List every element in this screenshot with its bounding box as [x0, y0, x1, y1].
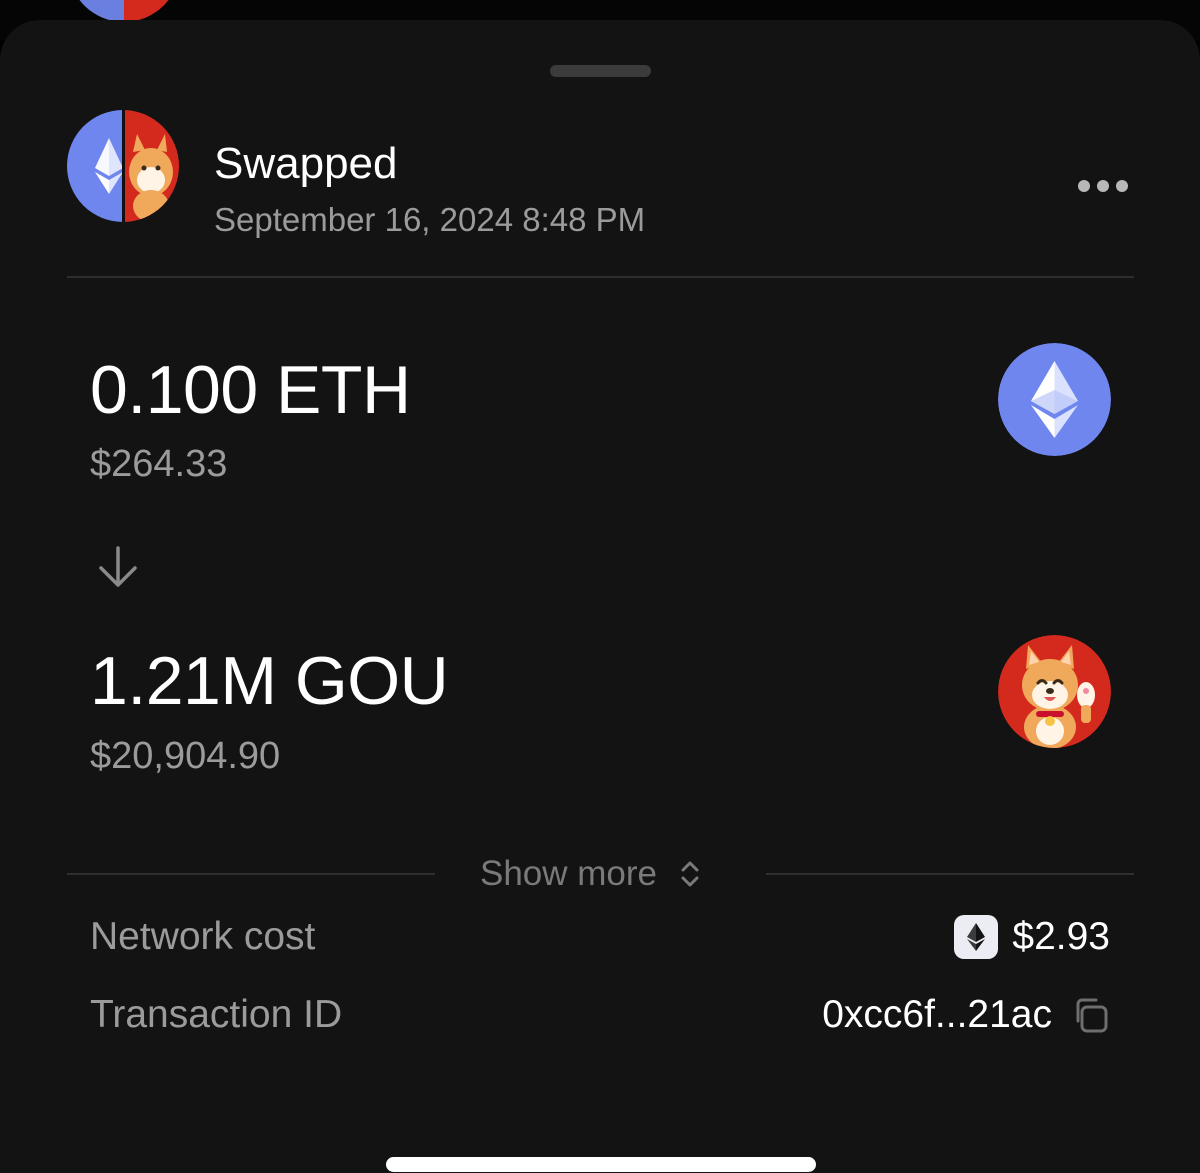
to-amount: 1.21M GOU [90, 643, 449, 719]
network-cost-value: $2.93 [954, 914, 1110, 960]
eth-gou-swap-icon [67, 110, 179, 222]
transaction-title: Swapped [214, 139, 398, 188]
gou-shiba-icon [998, 635, 1111, 748]
network-cost-label: Network cost [90, 915, 316, 958]
more-options-button[interactable] [1070, 168, 1136, 204]
chevron-up-down-icon [681, 861, 699, 887]
sheet-grabber-handle[interactable] [550, 65, 651, 77]
from-usd-value: $264.33 [90, 443, 228, 485]
transaction-detail-sheet: Swapped September 16, 2024 8:48 PM 0.100… [0, 20, 1200, 1173]
from-amount: 0.100 ETH [90, 352, 411, 428]
more-horizontal-icon [1078, 180, 1090, 192]
show-more-divider-right [766, 873, 1134, 875]
show-more-label: Show more [480, 854, 658, 893]
ethereum-icon [998, 343, 1111, 456]
arrow-down-icon [96, 544, 140, 590]
network-cost-amount: $2.93 [1012, 915, 1110, 958]
copy-icon[interactable] [1070, 995, 1110, 1035]
show-more-divider-left [67, 873, 435, 875]
to-usd-value: $20,904.90 [90, 735, 281, 777]
transaction-id-value[interactable]: 0xcc6f...21ac [822, 992, 1110, 1038]
show-more-button[interactable]: Show more [480, 852, 701, 896]
ethereum-icon [954, 915, 999, 959]
swap-avatar-peek [68, 0, 180, 22]
transaction-hash: 0xcc6f...21ac [822, 993, 1052, 1036]
home-indicator[interactable] [386, 1157, 816, 1172]
transaction-id-label: Transaction ID [90, 993, 343, 1036]
transaction-timestamp: September 16, 2024 8:48 PM [214, 201, 646, 238]
header-divider [67, 276, 1134, 278]
